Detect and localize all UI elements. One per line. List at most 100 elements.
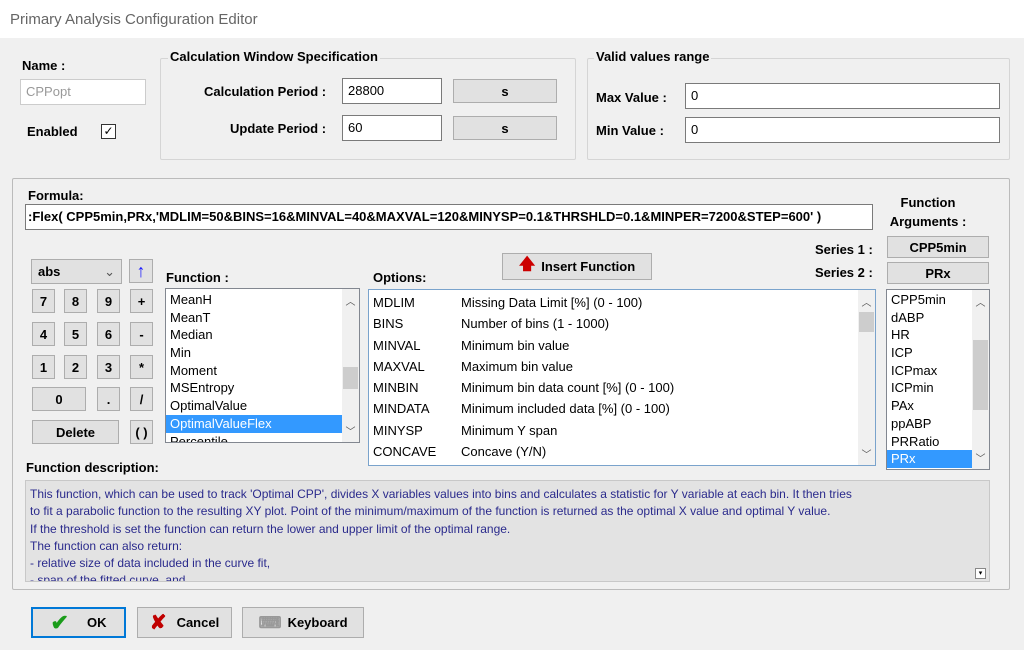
calc-group-title: Calculation Window Specification — [168, 49, 380, 64]
function-label: Function : — [166, 270, 229, 285]
function-list-scrollbar[interactable]: ︿ ﹀ — [342, 289, 359, 442]
description-line: This function, which can be used to trac… — [30, 487, 852, 501]
red-up-arrow-icon: 🡅 — [518, 256, 536, 273]
option-key: CONCAVE — [373, 444, 437, 460]
key-0[interactable]: 0 — [32, 387, 86, 411]
option-description: Minimum included data [%] (0 - 100) — [461, 401, 670, 417]
chevron-down-icon: ⌄ — [104, 263, 115, 279]
operator-select-value: abs — [38, 264, 61, 279]
parens-button[interactable]: ( ) — [130, 420, 153, 444]
option-key: MINYSP — [373, 422, 423, 438]
key-multiply[interactable]: * — [130, 355, 153, 379]
delete-button[interactable]: Delete — [32, 420, 119, 444]
list-item[interactable]: OptimalValueFlex — [166, 414, 359, 433]
list-item[interactable]: MSEntropy — [166, 379, 359, 397]
option-description: Minimum Y span — [461, 422, 558, 438]
calc-period-unit[interactable]: s — [453, 79, 557, 103]
list-item[interactable]: OptimalValue — [166, 397, 359, 415]
key-slash[interactable]: / — [130, 387, 153, 411]
formula-label: Formula: — [28, 188, 84, 203]
series1-label: Series 1 : — [815, 242, 873, 257]
list-item[interactable]: MeanT — [166, 309, 359, 327]
option-description: Missing Data Limit [%] (0 - 100) — [461, 295, 643, 310]
variables-list[interactable]: CPP5min dABP HR ICP ICPmax ICPmin PAx ppABP PRRa… — [886, 289, 990, 470]
ok-button[interactable]: ✔ OK — [31, 607, 126, 638]
series1-button[interactable]: CPP5min — [887, 236, 989, 258]
key-7[interactable]: 7 — [32, 289, 55, 313]
function-arguments-label: Function Arguments : — [889, 195, 967, 229]
update-period-unit[interactable]: s — [453, 116, 557, 140]
series2-button[interactable]: PRx — [887, 262, 989, 284]
option-row[interactable]: MDLIM Missing Data Limit [%] (0 - 100) — [369, 292, 875, 313]
key-3[interactable]: 3 — [97, 355, 120, 379]
option-description: Concave (Y/N) — [461, 444, 547, 460]
option-description: Minimum bin value — [461, 337, 570, 353]
cancel-button[interactable]: ✘ Cancel — [137, 607, 232, 638]
enabled-label: Enabled — [27, 124, 78, 139]
option-row[interactable]: MINBIN Minimum bin data count [%] (0 - 10… — [369, 377, 875, 398]
option-key: MINVAL — [373, 337, 421, 353]
option-row[interactable]: MAXVAL Maximum bin value — [369, 356, 875, 377]
calc-group — [160, 58, 576, 160]
variables-list-scrollbar[interactable]: ︿ ﹀ — [972, 290, 989, 469]
options-list[interactable]: MDLIM Missing Data Limit [%] (0 - 100) BIN… — [368, 289, 876, 466]
options-list-scrollbar[interactable]: ︿ ﹀ — [858, 290, 875, 465]
function-list[interactable]: MeanH MeanT Median Min Moment MSEntropy Optima… — [165, 288, 360, 443]
ok-label: OK — [86, 615, 107, 630]
key-5[interactable]: 5 — [64, 322, 87, 346]
option-description: Number of bins (1 - 1000) — [461, 316, 610, 332]
keyboard-label: Keyboard — [287, 615, 348, 630]
list-item[interactable]: Min — [166, 344, 359, 362]
series2-label: Series 2 : — [815, 265, 873, 280]
key-8[interactable]: 8 — [64, 289, 87, 313]
check-icon: ✔ — [50, 609, 69, 635]
key-6[interactable]: 6 — [97, 322, 120, 346]
update-period-input[interactable]: 60 — [342, 115, 442, 141]
max-value-input[interactable]: 0 — [685, 83, 1000, 109]
key-2[interactable]: 2 — [64, 355, 87, 379]
option-description: Minimum bin data count [%] (0 - 100) — [461, 380, 675, 396]
list-item[interactable]: Percentile — [166, 433, 359, 443]
key-minus[interactable]: - — [130, 322, 153, 346]
description-line: The function can also return: — [30, 538, 183, 553]
max-value-label: Max Value : — [596, 90, 667, 105]
key-plus[interactable]: + — [130, 289, 153, 313]
formula-input[interactable]: :Flex( CPP5min,PRx,'MDLIM=50&BINS=16&MIN… — [25, 204, 873, 230]
key-9[interactable]: 9 — [97, 289, 120, 313]
key-dot[interactable]: . — [97, 387, 120, 411]
option-row[interactable]: MINYSP Minimum Y span — [369, 420, 875, 441]
list-item[interactable]: MeanH — [166, 291, 359, 309]
valid-group — [587, 58, 1010, 160]
description-line: - span of the fitted curve, and — [30, 573, 186, 582]
option-row[interactable]: CONCAVE Concave (Y/N) — [369, 441, 875, 462]
name-input[interactable]: CPPopt — [20, 79, 146, 105]
operator-select[interactable]: abs ⌄ — [31, 259, 122, 284]
key-1[interactable]: 1 — [32, 355, 55, 379]
x-icon: ✘ — [149, 612, 167, 634]
min-value-label: Min Value : — [596, 123, 664, 138]
option-row[interactable]: MINDATA Minimum included data [%] (0 - 10… — [369, 398, 875, 419]
option-key: BINS — [373, 316, 404, 332]
calc-period-input[interactable]: 28800 — [342, 78, 442, 104]
option-row[interactable]: BINS Number of bins (1 - 1000) — [369, 313, 875, 334]
up-arrow-icon: ↑ — [136, 260, 146, 281]
option-key: MINBIN — [373, 380, 419, 396]
min-value-input[interactable]: 0 — [685, 117, 1000, 143]
option-key: MAXVAL — [373, 358, 425, 374]
up-arrow-button[interactable]: ↑ — [129, 259, 153, 283]
list-item[interactable]: Median — [166, 326, 359, 344]
description-scroll-button[interactable]: ▾ — [975, 568, 986, 579]
keyboard-button[interactable]: ⌨ Keyboard — [242, 607, 364, 638]
option-row[interactable]: MINVAL Minimum bin value — [369, 335, 875, 356]
option-description: Maximum bin value — [461, 358, 573, 374]
insert-function-button[interactable]: 🡅 Insert Function — [502, 253, 652, 280]
name-label: Name : — [22, 58, 66, 73]
list-item[interactable]: Moment — [166, 362, 359, 380]
enabled-checkbox[interactable]: ✓ — [101, 124, 116, 139]
key-4[interactable]: 4 — [32, 322, 55, 346]
description-line: - relative size of data included in the … — [30, 556, 271, 571]
option-key: MDLIM — [373, 295, 415, 310]
description-line: If the threshold is set the function can… — [30, 521, 511, 536]
calc-period-label: Calculation Period : — [204, 84, 327, 99]
update-period-label: Update Period : — [230, 121, 327, 136]
